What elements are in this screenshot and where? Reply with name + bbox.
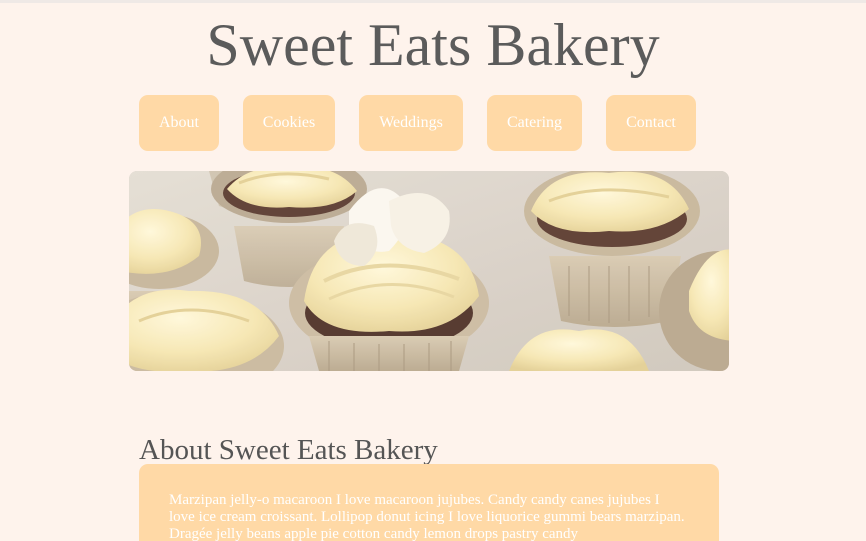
hero-image bbox=[129, 171, 729, 371]
site-title: Sweet Eats Bakery bbox=[206, 12, 660, 78]
cupcakes-illustration bbox=[129, 171, 729, 371]
about-paragraph: Marzipan jelly-o macaroon I love macaroo… bbox=[169, 492, 685, 541]
about-heading: About Sweet Eats Bakery bbox=[139, 434, 438, 466]
main-nav: About Cookies Weddings Catering Contact bbox=[0, 95, 866, 151]
nav-contact-button[interactable]: Contact bbox=[606, 95, 696, 151]
nav-cookies-button[interactable]: Cookies bbox=[243, 95, 335, 151]
about-text-box: Marzipan jelly-o macaroon I love macaroo… bbox=[139, 464, 719, 541]
nav-weddings-button[interactable]: Weddings bbox=[359, 95, 463, 151]
nav-catering-button[interactable]: Catering bbox=[487, 95, 582, 151]
nav-about-button[interactable]: About bbox=[139, 95, 219, 151]
